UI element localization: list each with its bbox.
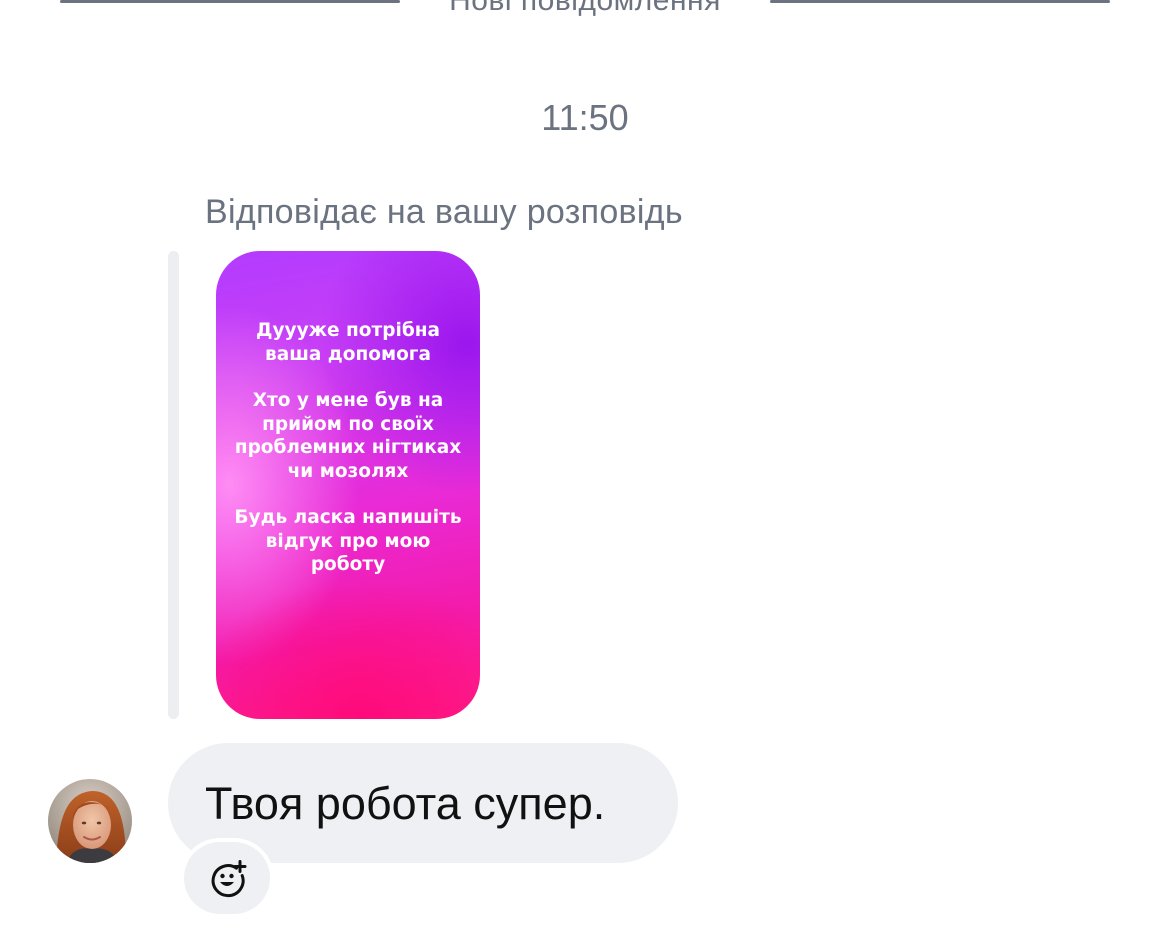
story-text: Дуууже потрібна ваша допомога Хто у мене…: [230, 319, 466, 600]
story-reply-context: Відповідає на вашу розповідь: [205, 193, 683, 231]
story-paragraph: Дуууже потрібна ваша допомога: [255, 320, 441, 365]
new-messages-label: Нові повідомлення: [449, 0, 721, 17]
avatar[interactable]: [48, 779, 132, 863]
avatar-image: [48, 779, 132, 863]
add-reaction-icon: [211, 860, 247, 898]
add-reaction-button-bg: [184, 842, 270, 914]
new-messages-divider: Нові повідомлення: [60, 0, 1110, 20]
story-paragraph: Будь ласка напишіть відгук про мою робот…: [234, 507, 462, 575]
divider-line-left: [60, 0, 400, 3]
story-preview[interactable]: Дуууже потрібна ваша допомога Хто у мене…: [216, 251, 480, 719]
reply-indicator-bar: [168, 251, 179, 719]
story-paragraph: Хто у мене був на прийом по своїх пробле…: [234, 390, 462, 482]
message-timestamp: 11:50: [541, 97, 629, 138]
message-text: Твоя робота супер.: [205, 778, 606, 829]
divider-line-right: [770, 0, 1110, 3]
add-reaction-button[interactable]: [180, 838, 274, 918]
